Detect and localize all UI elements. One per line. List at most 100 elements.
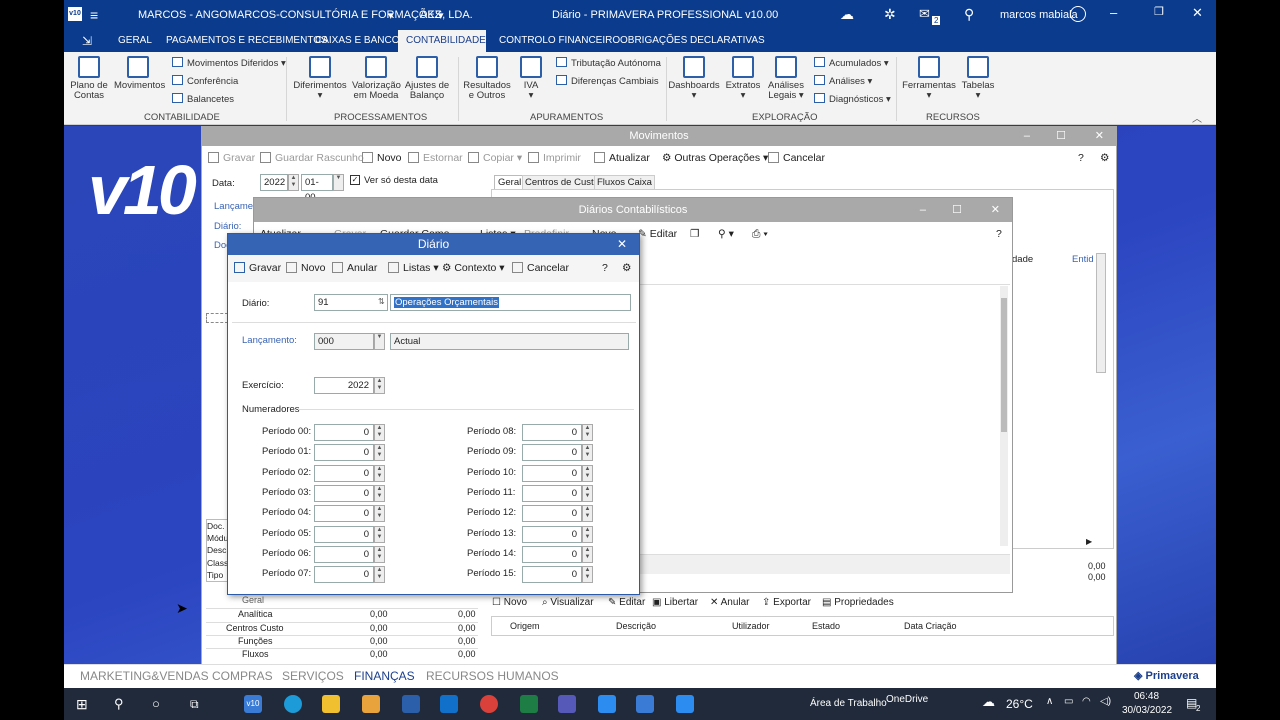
periodo-field[interactable]: 0 xyxy=(314,525,374,543)
periodo-field[interactable]: 0 xyxy=(314,505,374,523)
contexto-button[interactable]: ⚙ Contexto ▾ xyxy=(442,255,505,281)
resultados-button[interactable]: Resultados e Outros xyxy=(462,56,512,101)
exercicio-spinner[interactable]: ▲ ▼ xyxy=(374,377,385,394)
clock-time[interactable]: 06:48 xyxy=(1134,691,1159,702)
novo-button[interactable]: Novo xyxy=(362,146,402,170)
analises-button[interactable]: Análises ▾ xyxy=(814,75,872,87)
weather-icon[interactable]: ☁ xyxy=(982,694,995,710)
diferencas-button[interactable]: Diferenças Cambiais xyxy=(556,75,659,87)
outlook-icon[interactable] xyxy=(440,695,458,713)
dialog-anular-button[interactable]: Anular xyxy=(332,255,377,281)
zoom-icon-2[interactable] xyxy=(676,695,694,713)
acumulados-button[interactable]: Acumulados ▾ xyxy=(814,57,889,69)
conferencia-button[interactable]: Conferência xyxy=(172,75,238,87)
exercicio-field[interactable]: 2022 xyxy=(314,377,374,394)
dialog-listas-button[interactable]: Listas ▾ xyxy=(388,255,439,281)
tab-geral[interactable]: GERAL xyxy=(110,30,160,52)
diario-code-field[interactable]: 91 xyxy=(314,294,388,311)
copiar-button[interactable]: Copiar ▾ xyxy=(468,146,522,170)
imprimir-button[interactable]: Imprimir xyxy=(528,146,581,170)
cloud-icon[interactable]: ☁ xyxy=(840,6,854,23)
edge-icon[interactable] xyxy=(284,695,302,713)
onedrive-label[interactable]: OneDrive xyxy=(886,694,928,705)
cortana-icon[interactable]: ○ xyxy=(152,695,170,713)
zoom-icon[interactable] xyxy=(598,695,616,713)
periodo-spinner[interactable]: ▲ ▼ xyxy=(582,424,593,441)
periodo-spinner[interactable]: ▲ ▼ xyxy=(374,545,385,563)
dialog-gravar-button[interactable]: Gravar xyxy=(234,255,281,281)
menu-icon[interactable]: ≡ xyxy=(90,7,98,23)
settings-icon[interactable]: ⚙ xyxy=(622,255,631,281)
windows-start-icon[interactable]: ⊞ xyxy=(76,695,94,713)
restore-button[interactable]: ❐ xyxy=(1154,5,1164,18)
task-view-icon[interactable]: ⧉ xyxy=(190,695,208,713)
month-field[interactable]: 01-00 xyxy=(301,174,333,203)
word-icon[interactable] xyxy=(402,695,420,713)
module-marketing[interactable]: MARKETING&VENDAS xyxy=(80,669,209,683)
tab-fluxos-caixa[interactable]: Fluxos Caixa xyxy=(594,175,655,190)
diferimentos-button[interactable]: Diferimentos ▾ xyxy=(292,56,348,101)
teams-icon[interactable] xyxy=(558,695,576,713)
periodo-spinner[interactable]: ▲ ▼ xyxy=(582,545,593,563)
pin-icon[interactable]: ⇲ xyxy=(74,30,100,52)
periodo-field[interactable]: 0 xyxy=(522,566,582,584)
ver-so-checkbox[interactable]: ✓ xyxy=(350,175,360,185)
analises-legais-button[interactable]: Análises Legais ▾ xyxy=(766,56,806,101)
settings-icon[interactable]: ⚙ xyxy=(1100,146,1109,170)
periodo-spinner[interactable]: ▲ ▼ xyxy=(374,484,385,502)
copy-icon[interactable]: ❐ xyxy=(690,222,699,246)
minimize-button[interactable]: – xyxy=(1024,127,1030,146)
tab-centros-custo[interactable]: Centros de Custo xyxy=(522,175,602,190)
chrome-icon[interactable] xyxy=(480,695,498,713)
help-icon[interactable]: ? xyxy=(996,222,1002,246)
visualizar-button[interactable]: ⌕ Visualizar xyxy=(542,597,594,608)
periodo-field[interactable]: 0 xyxy=(522,505,582,523)
vertical-scrollbar[interactable] xyxy=(1096,253,1106,373)
bottom-editar-button[interactable]: ✎ Editar xyxy=(608,597,645,608)
search-icon[interactable]: ⚲ ▾ xyxy=(718,222,734,246)
periodo-spinner[interactable]: ▲ ▼ xyxy=(582,464,593,482)
periodo-spinner[interactable]: ▲ ▼ xyxy=(374,424,385,441)
company-dropdown-icon[interactable]: ▾ xyxy=(388,9,394,22)
ajustes-button[interactable]: Ajustes de Balanço xyxy=(404,56,450,101)
primavera-app-icon-2[interactable] xyxy=(636,695,654,713)
search-icon[interactable]: ⚲ xyxy=(114,695,132,713)
guardar-rascunho-button[interactable]: Guardar Rascunho xyxy=(260,146,364,170)
col-descricao[interactable]: Descrição xyxy=(616,621,656,631)
movimentos-button[interactable]: Movimentos xyxy=(114,56,165,91)
minimize-button[interactable]: – xyxy=(1110,5,1117,20)
tributacao-button[interactable]: Tributação Autónoma xyxy=(556,57,661,69)
month-dropdown[interactable]: ▼ xyxy=(333,174,344,191)
iva-button[interactable]: IVA ▾ xyxy=(516,56,546,101)
tab-geral-mov[interactable]: Geral xyxy=(494,175,526,190)
periodo-spinner[interactable]: ▲ ▼ xyxy=(374,566,385,584)
libertar-button[interactable]: ▣ Libertar xyxy=(652,597,698,608)
gravar-button[interactable]: Gravar xyxy=(208,146,255,170)
periodo-spinner[interactable]: ▲ ▼ xyxy=(582,525,593,543)
maximize-button[interactable]: ☐ xyxy=(1056,127,1066,146)
anular-button[interactable]: ✕ Anular xyxy=(710,597,750,608)
col-estado[interactable]: Estado xyxy=(812,621,840,631)
currency-dropdown-icon[interactable]: ▾ xyxy=(438,9,444,22)
periodo-field[interactable]: 0 xyxy=(522,464,582,482)
close-button[interactable]: ✕ xyxy=(617,234,627,255)
module-rh[interactable]: RECURSOS HUMANOS xyxy=(426,669,559,683)
tab-controlo-financeiro[interactable]: CONTROLO FINANCEIRO xyxy=(491,30,628,52)
bottom-novo-button[interactable]: ☐ Novo xyxy=(492,597,527,608)
year-spinner[interactable]: ▲ ▼ xyxy=(288,174,299,191)
lancamento-code-field[interactable]: 000 xyxy=(314,333,374,350)
col-data-criacao[interactable]: Data Criação xyxy=(904,621,957,631)
dialog-cancelar-button[interactable]: Cancelar xyxy=(512,255,569,281)
battery-icon[interactable]: ▭ xyxy=(1064,696,1073,707)
periodo-field[interactable]: 0 xyxy=(522,484,582,502)
help-icon[interactable]: ? xyxy=(602,255,608,281)
diarios-editar-button[interactable]: ✎ Editar xyxy=(638,222,677,246)
movimentos-diferidos-button[interactable]: Movimentos Diferidos ▾ xyxy=(172,57,286,69)
periodo-field[interactable]: 0 xyxy=(314,424,374,441)
minimize-button[interactable]: – xyxy=(920,198,926,222)
help-icon[interactable]: ? xyxy=(1078,146,1084,170)
volume-icon[interactable]: ◁) xyxy=(1100,696,1111,707)
balancetes-button[interactable]: Balancetes xyxy=(172,93,234,105)
store-icon[interactable] xyxy=(362,695,380,713)
close-button[interactable]: ✕ xyxy=(1095,127,1104,146)
